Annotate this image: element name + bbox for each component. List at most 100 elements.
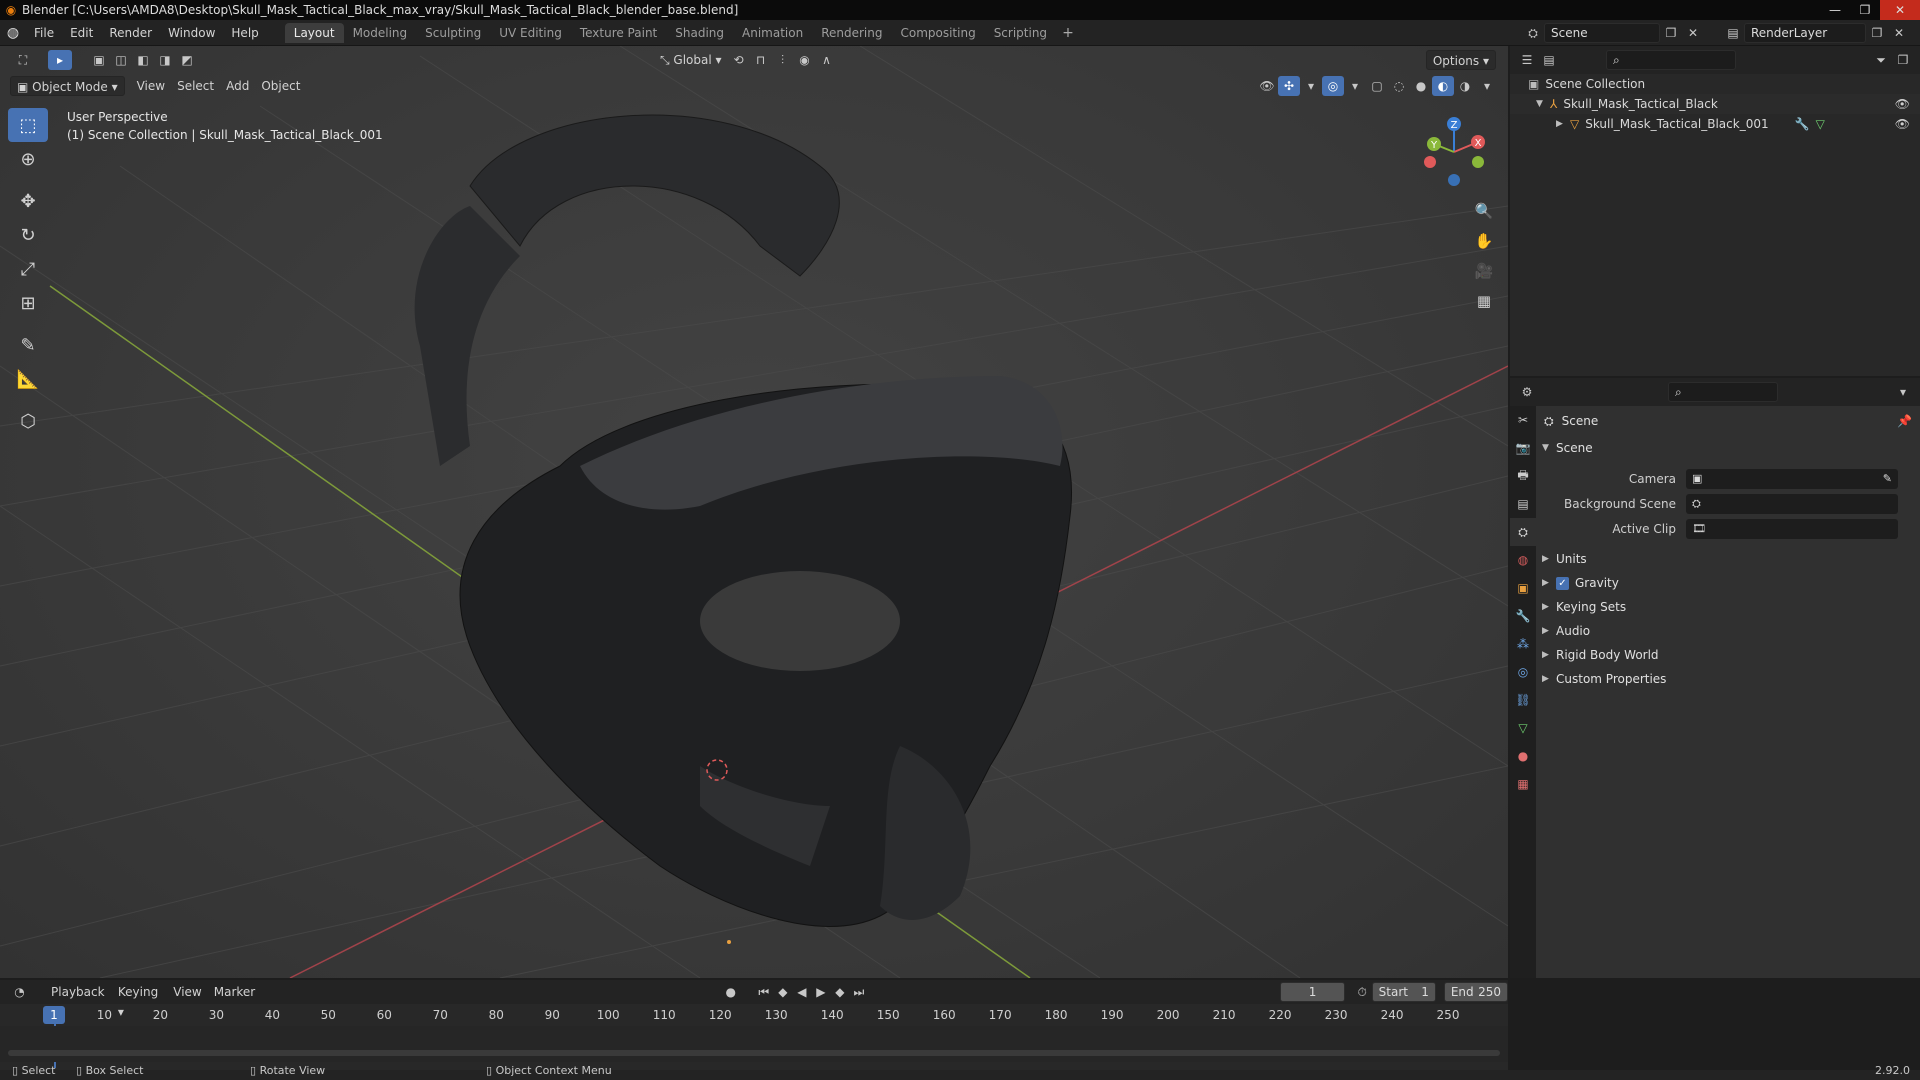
pan-hand-icon[interactable]: ✋ — [1470, 226, 1498, 256]
proportional-edit-icon[interactable]: ◉ — [794, 50, 816, 70]
gizmo-neg-y-icon[interactable] — [1472, 156, 1484, 168]
blender-logo-icon[interactable]: ◍ — [0, 20, 26, 46]
constraints-tab-icon[interactable]: ⛓ — [1510, 686, 1536, 714]
skull-mask-model[interactable] — [414, 114, 1072, 927]
material-tab-icon[interactable]: ● — [1510, 742, 1536, 770]
filter-icon[interactable]: ⏷ — [1870, 50, 1892, 70]
delete-scene-icon[interactable]: ✕ — [1682, 23, 1704, 43]
gizmo-toggle-icon[interactable]: ✣ — [1278, 76, 1300, 96]
pivot-point-icon[interactable]: ⟲ — [728, 50, 750, 70]
gizmo-neg-z-icon[interactable] — [1448, 174, 1460, 186]
jump-start-icon[interactable]: ⏮ — [754, 982, 773, 1002]
render-tab-icon[interactable]: 📷 — [1510, 434, 1536, 462]
scale-tool-icon[interactable]: ⤢ — [8, 252, 48, 286]
maximize-icon[interactable]: ❐ — [1850, 0, 1880, 20]
visibility-eye-icon[interactable]: 👁 — [1895, 97, 1910, 111]
eyedropper-icon[interactable]: ✎ — [1883, 472, 1892, 485]
next-keyframe-icon[interactable]: ◆ — [830, 982, 849, 1002]
menu-select[interactable]: Select — [171, 76, 220, 96]
world-tab-icon[interactable]: ◍ — [1510, 546, 1536, 574]
visibility-icon[interactable]: 👁 — [1256, 76, 1278, 96]
overlay-toggle-icon[interactable]: ◎ — [1322, 76, 1344, 96]
select-tool-icon[interactable]: ▸ — [48, 50, 72, 70]
tab-sculpting[interactable]: Sculpting — [416, 23, 490, 43]
tab-rendering[interactable]: Rendering — [812, 23, 891, 43]
prev-keyframe-icon[interactable]: ◆ — [773, 982, 792, 1002]
tab-shading[interactable]: Shading — [666, 23, 733, 43]
tab-compositing[interactable]: Compositing — [891, 23, 984, 43]
menu-object[interactable]: Object — [255, 76, 306, 96]
object-tab-icon[interactable]: ▣ — [1510, 574, 1536, 602]
new-scene-icon[interactable]: ❐ — [1660, 23, 1682, 43]
menu-view[interactable]: View — [131, 76, 171, 96]
playhead-frame[interactable]: 1 — [43, 1006, 65, 1024]
camera-view-icon[interactable]: 🎥 — [1470, 256, 1498, 286]
select-mode-invert-icon[interactable]: ◨ — [154, 50, 176, 70]
gizmo-dropdown-icon[interactable]: ▾ — [1300, 76, 1322, 96]
end-frame-field[interactable]: End 250 — [1443, 982, 1508, 1002]
properties-editor-type-icon[interactable]: ⚙ — [1516, 382, 1538, 402]
timeline-editor-type-icon[interactable]: ◔ — [10, 982, 29, 1002]
physics-tab-icon[interactable]: ◎ — [1510, 658, 1536, 686]
current-frame-field[interactable]: 1 — [1280, 982, 1345, 1002]
pin-icon[interactable]: 📌 — [1897, 414, 1912, 428]
transform-orientation-dropdown[interactable]: ⤡ Global ▾ — [654, 50, 728, 70]
zoom-icon[interactable]: 🔍 — [1470, 196, 1498, 226]
jump-end-icon[interactable]: ⏭ — [849, 982, 868, 1002]
outliner-editor-type-icon[interactable]: ☰ — [1516, 50, 1538, 70]
menu-render[interactable]: Render — [101, 20, 160, 46]
transform-tool-icon[interactable]: ⊞ — [8, 286, 48, 320]
3d-viewport[interactable]: ⛶ ▸ ▣ ◫ ◧ ◨ ◩ ⤡ Global ▾ ⟲ ⊓ ⫶ ◉ ∧ Optio… — [0, 46, 1508, 978]
tab-scripting[interactable]: Scripting — [985, 23, 1056, 43]
select-mode-intersect-icon[interactable]: ◩ — [176, 50, 198, 70]
visibility-eye-icon[interactable]: 👁 — [1895, 117, 1910, 131]
menu-window[interactable]: Window — [160, 20, 223, 46]
active-clip-field[interactable]: 🎞 — [1686, 518, 1898, 539]
close-icon[interactable]: ✕ — [1880, 0, 1920, 20]
tab-uv-editing[interactable]: UV Editing — [490, 23, 571, 43]
panel-audio[interactable]: ▶ Audio — [1536, 619, 1920, 643]
display-mode-icon[interactable]: ▤ — [1538, 50, 1560, 70]
tab-modeling[interactable]: Modeling — [344, 23, 417, 43]
move-tool-icon[interactable]: ✥ — [8, 184, 48, 218]
minimize-icon[interactable]: — — [1820, 0, 1850, 20]
solid-shading-icon[interactable]: ● — [1410, 76, 1432, 96]
object-mode-dropdown[interactable]: ▣ Object Mode ▾ — [10, 76, 125, 96]
add-workspace-icon[interactable]: + — [1056, 25, 1080, 41]
measure-tool-icon[interactable]: 📐 — [8, 362, 48, 396]
properties-options-icon[interactable]: ▾ — [1892, 382, 1914, 402]
rendered-shading-icon[interactable]: ◑ — [1454, 76, 1476, 96]
preview-range-icon[interactable]: ⏱ — [1353, 982, 1372, 1002]
keying-menu[interactable]: Keying ▾ — [112, 982, 167, 1019]
panel-rigid-body-world[interactable]: ▶ Rigid Body World — [1536, 643, 1920, 667]
view-layer-tab-icon[interactable]: ▤ — [1510, 490, 1536, 518]
outliner-row-scene-collection[interactable]: ▣ Scene Collection — [1510, 74, 1920, 94]
material-shading-icon[interactable]: ◐ — [1432, 76, 1454, 96]
perspective-toggle-icon[interactable]: ▦ — [1470, 286, 1498, 316]
shading-dropdown-icon[interactable]: ▾ — [1476, 76, 1498, 96]
overlay-dropdown-icon[interactable]: ▾ — [1344, 76, 1366, 96]
rotate-tool-icon[interactable]: ↻ — [8, 218, 48, 252]
start-frame-field[interactable]: Start 1 — [1371, 982, 1436, 1002]
menu-file[interactable]: File — [26, 20, 62, 46]
timeline-view-menu[interactable]: View — [167, 982, 207, 1002]
output-tab-icon[interactable]: 🖶 — [1510, 462, 1536, 490]
panel-custom-properties[interactable]: ▶ Custom Properties — [1536, 667, 1920, 691]
play-reverse-icon[interactable]: ◀ — [792, 982, 811, 1002]
options-dropdown[interactable]: Options ▾ — [1425, 50, 1496, 70]
gizmo-neg-x-icon[interactable] — [1424, 156, 1436, 168]
select-mode-extend-icon[interactable]: ◫ — [110, 50, 132, 70]
tool-tab-icon[interactable]: ✂ — [1510, 406, 1536, 434]
tab-texture-paint[interactable]: Texture Paint — [571, 23, 666, 43]
background-scene-field[interactable]: ⛭ — [1686, 493, 1898, 514]
properties-search-input[interactable]: ⌕ — [1668, 382, 1778, 402]
modifier-tab-icon[interactable]: 🔧 — [1510, 602, 1536, 630]
panel-keying-sets[interactable]: ▶ Keying Sets — [1536, 595, 1920, 619]
select-mode-subtract-icon[interactable]: ◧ — [132, 50, 154, 70]
particles-tab-icon[interactable]: ⁂ — [1510, 630, 1536, 658]
view-layer-field[interactable]: RenderLayer — [1744, 23, 1866, 43]
annotate-tool-icon[interactable]: ✎ — [8, 328, 48, 362]
texture-tab-icon[interactable]: ▦ — [1510, 770, 1536, 798]
panel-units[interactable]: ▶ Units — [1536, 547, 1920, 571]
camera-field[interactable]: ▣ ✎ — [1686, 468, 1898, 489]
